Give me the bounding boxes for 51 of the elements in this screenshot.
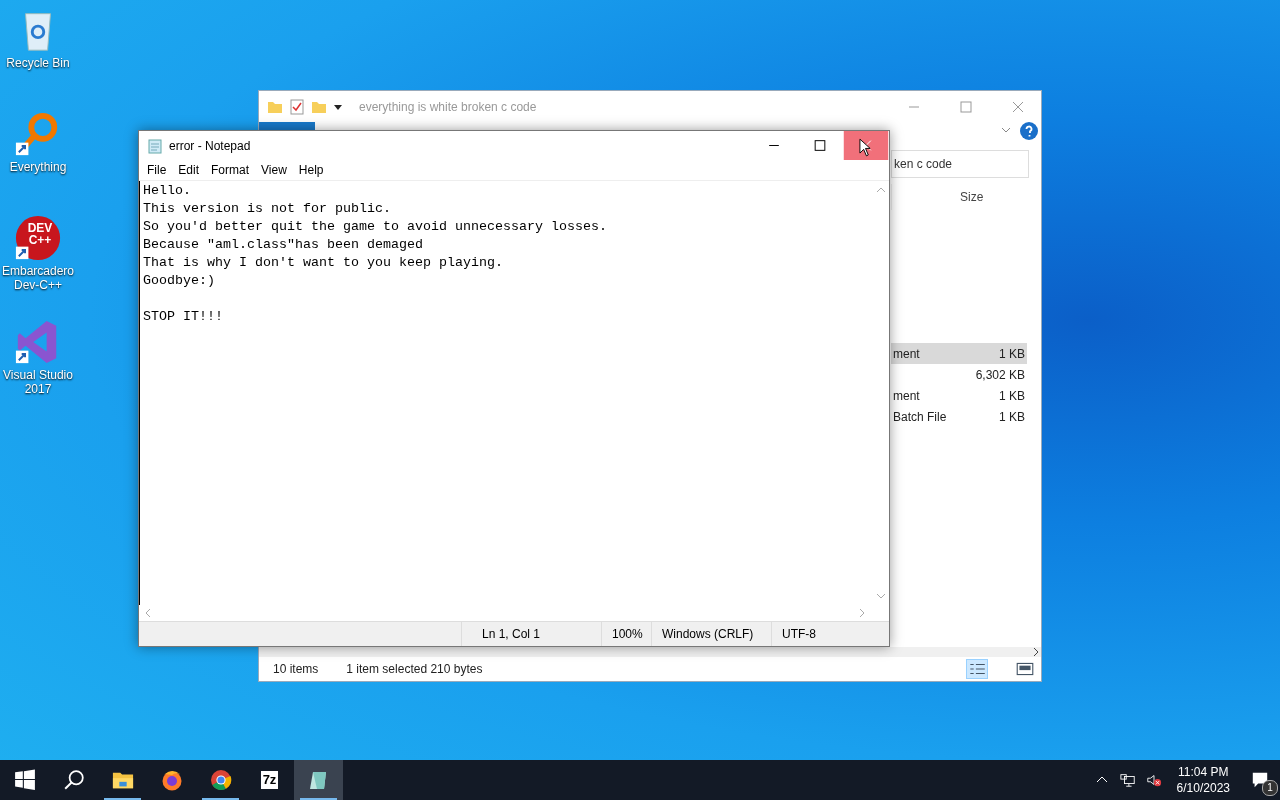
dev-cpp-icon[interactable]	[14, 214, 62, 262]
taskbar-button[interactable]: 7z	[245, 760, 294, 800]
help-icon[interactable]	[1020, 122, 1038, 140]
file-row[interactable]: ment 1 KB	[891, 343, 1027, 364]
size-cell: 1 KB	[999, 409, 1025, 424]
search-field[interactable]: ken c code	[891, 150, 1029, 178]
menu-item[interactable]: View	[255, 163, 293, 177]
item-count: 10 items	[273, 662, 319, 676]
browser-globe-icon	[160, 769, 183, 791]
close-button[interactable]	[843, 131, 889, 160]
selection-info: 1 item selected 210 bytes	[346, 662, 483, 676]
taskbar-button[interactable]	[294, 760, 343, 800]
horizontal-scrollbar[interactable]	[259, 647, 1041, 657]
windows-logo-icon	[13, 769, 36, 791]
file-row[interactable]: ment 1 KB	[891, 385, 1027, 406]
properties-icon[interactable]	[289, 98, 305, 115]
file-row[interactable]: Batch File 1 KB	[891, 406, 1027, 427]
cursor-position: Ln 1, Col 1	[461, 622, 601, 646]
menu-item[interactable]: File	[141, 163, 173, 177]
menu-item[interactable]: Help	[292, 163, 330, 177]
column-header[interactable]: Size	[960, 190, 984, 204]
scroll-right-icon[interactable]	[1031, 647, 1041, 657]
type-cell: ment	[893, 346, 920, 361]
speaker-icon[interactable]	[1145, 772, 1162, 788]
notepad-icon	[147, 137, 163, 154]
window-title: error - Notepad	[169, 138, 251, 153]
size-cell: 1 KB	[999, 346, 1025, 361]
logo-text: DEV C++	[26, 222, 54, 246]
file-row[interactable]: 6,302 KB	[891, 364, 1027, 385]
date: 6/10/2023	[1176, 780, 1230, 796]
window-title: everything is white broken c code	[359, 99, 537, 114]
line-ending: Windows (CRLF)	[651, 622, 771, 646]
clock[interactable]: 11:04 PM 6/10/2023	[1166, 764, 1240, 796]
size-cell: 6,302 KB	[975, 367, 1025, 382]
details-view-icon[interactable]	[967, 660, 987, 678]
network-icon[interactable]	[1119, 772, 1136, 788]
size-cell: 1 KB	[999, 388, 1025, 403]
archive-app-icon: 7z	[260, 771, 279, 789]
thumbnail-view-icon[interactable]	[1015, 660, 1035, 678]
menu-item[interactable]: Edit	[172, 163, 206, 177]
menu-item[interactable]: Format	[205, 163, 256, 177]
type-cell: Batch File	[893, 409, 947, 424]
notification-icon[interactable]	[1251, 771, 1269, 789]
encoding: UTF-8	[771, 622, 889, 646]
notification-badge: 1	[1262, 780, 1278, 796]
mouse-pointer-icon	[859, 138, 872, 157]
chrome-icon	[209, 769, 232, 791]
search-icon	[62, 769, 85, 791]
zoom-level: 100%	[601, 622, 651, 646]
time: 11:04 PM	[1178, 764, 1229, 780]
type-cell: ment	[893, 388, 920, 403]
